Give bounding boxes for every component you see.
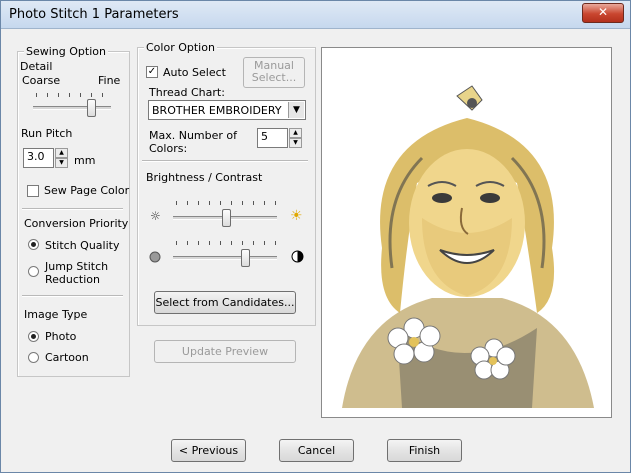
title-bar: Photo Stitch 1 Parameters ✕ bbox=[1, 1, 630, 29]
chevron-down-icon[interactable]: ▼ bbox=[288, 102, 304, 118]
stitch-quality-radio[interactable] bbox=[28, 239, 39, 250]
coarse-label: Coarse bbox=[22, 74, 61, 87]
brightness-high-icon: ☀ bbox=[290, 208, 303, 224]
divider bbox=[142, 160, 308, 162]
detail-slider-thumb[interactable] bbox=[87, 99, 96, 117]
thread-chart-select[interactable]: BROTHER EMBROIDERY ▼ bbox=[148, 100, 306, 120]
brightness-low-icon: ☼ bbox=[150, 209, 161, 223]
run-pitch-label: Run Pitch bbox=[21, 127, 73, 140]
jump-stitch-label-line2: Reduction bbox=[45, 273, 100, 286]
brightness-contrast-label: Brightness / Contrast bbox=[146, 171, 263, 184]
max-colors-label-line2: Colors: bbox=[149, 142, 188, 155]
cartoon-radio[interactable] bbox=[28, 352, 39, 363]
contrast-slider-thumb[interactable] bbox=[241, 249, 250, 267]
preview-panel bbox=[321, 47, 612, 418]
run-pitch-unit: mm bbox=[74, 154, 96, 167]
max-colors-down-arrow[interactable]: ▼ bbox=[289, 138, 302, 148]
detail-label: Detail bbox=[20, 60, 53, 73]
stitch-quality-label: Stitch Quality bbox=[45, 239, 120, 252]
max-colors-input[interactable]: 5 bbox=[257, 128, 288, 148]
conversion-priority-label: Conversion Priority bbox=[24, 217, 129, 230]
color-option-legend: Color Option bbox=[144, 41, 217, 54]
thread-chart-label: Thread Chart: bbox=[149, 86, 225, 99]
brightness-slider-thumb[interactable] bbox=[222, 209, 231, 227]
contrast-high-icon bbox=[291, 250, 304, 263]
window-title: Photo Stitch 1 Parameters bbox=[9, 7, 179, 22]
divider bbox=[22, 208, 123, 210]
photo-radio[interactable] bbox=[28, 331, 39, 342]
sewing-option-legend: Sewing Option bbox=[24, 45, 108, 58]
cartoon-label: Cartoon bbox=[45, 351, 89, 364]
max-colors-up-arrow[interactable]: ▲ bbox=[289, 128, 302, 138]
detail-slider-ticks bbox=[36, 93, 103, 97]
update-preview-button[interactable]: Update Preview bbox=[154, 340, 296, 363]
auto-select-checkbox[interactable]: ✓ bbox=[146, 66, 158, 78]
run-pitch-down-arrow[interactable]: ▼ bbox=[55, 158, 68, 168]
run-pitch-up-arrow[interactable]: ▲ bbox=[55, 148, 68, 158]
image-type-label: Image Type bbox=[24, 308, 88, 321]
run-pitch-input[interactable]: 3.0 bbox=[23, 148, 54, 168]
max-colors-label-line1: Max. Number of bbox=[149, 129, 238, 142]
contrast-slider-ticks bbox=[176, 241, 276, 245]
sewing-option-group bbox=[17, 51, 130, 377]
stitch-preview-image bbox=[322, 48, 611, 417]
dialog-window: Photo Stitch 1 Parameters ✕ Sewing Optio… bbox=[0, 0, 631, 473]
fine-label: Fine bbox=[98, 74, 121, 87]
contrast-low-icon bbox=[149, 251, 161, 263]
auto-select-label: Auto Select bbox=[163, 66, 226, 79]
jump-stitch-label-line1: Jump Stitch bbox=[45, 260, 109, 273]
finish-button[interactable]: Finish bbox=[387, 439, 462, 462]
select-from-candidates-button[interactable]: Select from Candidates... bbox=[154, 291, 296, 314]
manual-select-button[interactable]: Manual Select... bbox=[243, 57, 305, 88]
sew-page-color-checkbox[interactable] bbox=[27, 185, 39, 197]
jump-stitch-reduction-radio[interactable] bbox=[28, 266, 39, 277]
cancel-button[interactable]: Cancel bbox=[279, 439, 354, 462]
close-button[interactable]: ✕ bbox=[582, 3, 624, 23]
thread-chart-value: BROTHER EMBROIDERY bbox=[152, 104, 282, 117]
contrast-slider-track bbox=[173, 256, 277, 260]
sew-page-color-label: Sew Page Color bbox=[44, 184, 130, 197]
brightness-slider-ticks bbox=[176, 201, 276, 205]
detail-slider-track bbox=[33, 106, 111, 110]
divider bbox=[22, 295, 123, 297]
previous-button[interactable]: < Previous bbox=[171, 439, 246, 462]
photo-label: Photo bbox=[45, 330, 77, 343]
manual-select-label-line2: Select... bbox=[251, 71, 297, 84]
